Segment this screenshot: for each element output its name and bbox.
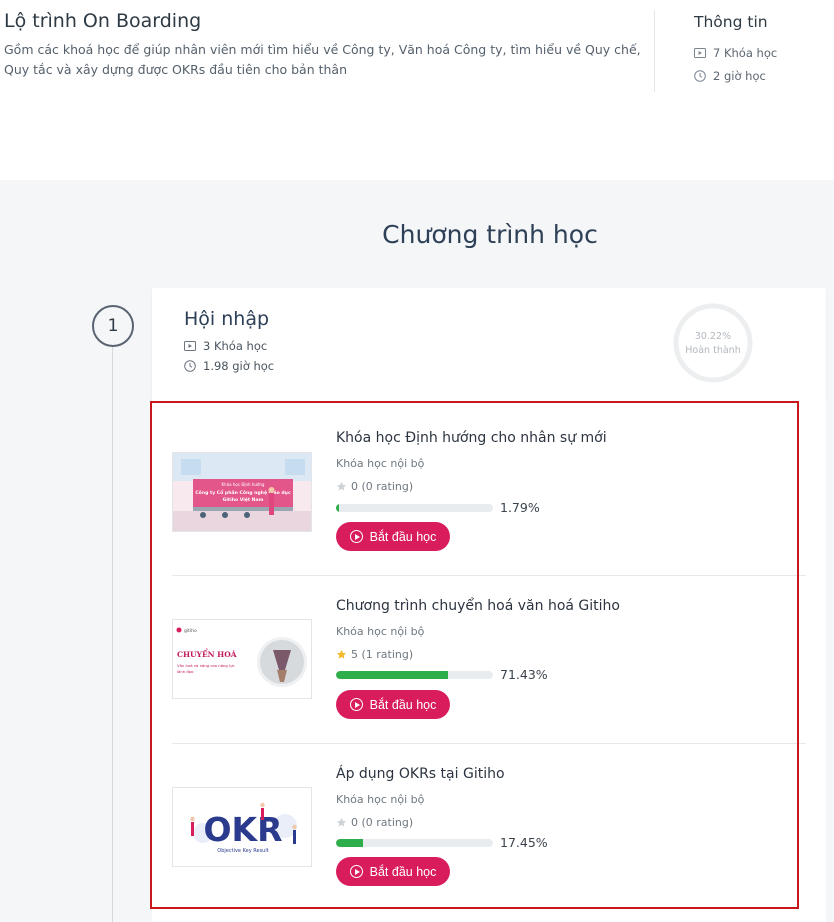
- thumb-line2: Objective Key Result: [217, 848, 268, 854]
- course-type: Khóa học nội bộ: [336, 793, 425, 806]
- course-progress-text: 1.79%: [500, 500, 540, 515]
- header-divider: [654, 10, 655, 92]
- video-icon: [694, 48, 706, 58]
- module-courses: 3 Khóa học: [184, 339, 267, 353]
- info-hours-label: 2 giờ học: [713, 69, 766, 83]
- thumb-brand: gitiho: [184, 628, 197, 634]
- course-thumbnail[interactable]: OKR Objective Key Result: [172, 787, 312, 867]
- module-progress-label: Hoàn thành: [685, 345, 741, 356]
- star-empty-icon: [336, 481, 347, 491]
- course-progress-fill: [336, 504, 339, 512]
- info-hours: 2 giờ học: [694, 69, 766, 83]
- start-learning-label: Bắt đầu học: [369, 864, 437, 879]
- course-rating-label: 0 (0 rating): [351, 816, 414, 829]
- module-progress-percent: 30.22%: [694, 331, 732, 342]
- course-rating-label: 0 (0 rating): [351, 480, 414, 493]
- play-icon: [349, 698, 363, 711]
- module-hours: 1.98 giờ học: [184, 359, 274, 373]
- info-title: Thông tin: [694, 13, 768, 31]
- course-type: Khóa học nội bộ: [336, 457, 425, 470]
- start-learning-button[interactable]: Bắt đầu học: [336, 690, 450, 719]
- path-header: Lộ trình On Boarding Gồm các khoá học để…: [0, 0, 834, 180]
- thumb-line1: CHUYỂN HOÁ: [177, 648, 237, 659]
- course-thumbnail[interactable]: gitiho CHUYỂN HOÁ Văn hoá và năng cao nă…: [172, 619, 312, 699]
- path-description: Gồm các khoá học để giúp nhân viên mới t…: [4, 42, 641, 77]
- clock-icon: [694, 70, 706, 82]
- course-title[interactable]: Khóa học Định hướng cho nhân sự mới: [336, 430, 607, 446]
- course-title[interactable]: Chương trình chuyển hoá văn hoá Gitiho: [336, 598, 620, 614]
- module-hours-label: 1.98 giờ học: [203, 359, 275, 373]
- info-courses-label: 7 Khóa học: [713, 46, 778, 60]
- video-icon: [184, 341, 196, 351]
- course-progress-bar: [336, 839, 493, 847]
- play-icon: [349, 530, 363, 543]
- info-courses: 7 Khóa học: [694, 46, 777, 60]
- course-progress-fill: [336, 671, 449, 679]
- course-item: OKR Objective Key Result Áp dụng OKRs tạ…: [172, 744, 806, 912]
- module-courses-label: 3 Khóa học: [203, 339, 268, 353]
- course-progress-text: 17.45%: [500, 835, 548, 850]
- course-progress-text: 71.43%: [500, 667, 548, 682]
- course-thumbnail-image: gitiho CHUYỂN HOÁ Văn hoá và năng cao nă…: [173, 620, 311, 698]
- course-thumbnail-image: Khóa học Định hướng Công ty Cổ phần Công…: [173, 453, 311, 531]
- course-type: Khóa học nội bộ: [336, 625, 425, 638]
- thumb-line2: Văn hoá và năng cao năng lực: [177, 663, 235, 668]
- star-empty-icon: [336, 817, 347, 827]
- course-rating: 0 (0 rating): [336, 480, 413, 493]
- module-progress-text: 30.22% Hoàn thành: [672, 330, 754, 358]
- course-item: Khóa học Định hướng Công ty Cổ phần Công…: [172, 408, 806, 576]
- play-icon: [349, 865, 363, 878]
- course-progress-bar: [336, 671, 493, 679]
- star-filled-icon: [336, 649, 347, 659]
- start-learning-button[interactable]: Bắt đầu học: [336, 857, 450, 886]
- timeline-line: [112, 346, 113, 922]
- thumb-line1: OKR: [203, 810, 282, 849]
- start-learning-label: Bắt đầu học: [369, 697, 437, 712]
- module-title: Hội nhập: [184, 308, 270, 330]
- start-learning-button[interactable]: Bắt đầu học: [336, 522, 450, 551]
- course-progress-bar: [336, 504, 493, 512]
- clock-icon: [184, 360, 196, 372]
- module-card[interactable]: Hội nhập 3 Khóa học 1.98 giờ học 30.22% …: [152, 288, 826, 400]
- program-title: Chương trình học: [382, 220, 598, 249]
- course-thumbnail-image: OKR Objective Key Result: [173, 788, 311, 866]
- course-item: gitiho CHUYỂN HOÁ Văn hoá và năng cao nă…: [172, 576, 806, 744]
- course-progress-fill: [336, 839, 364, 847]
- step-number: 1: [92, 305, 134, 347]
- course-rating-label: 5 (1 rating): [351, 648, 414, 661]
- course-rating: 0 (0 rating): [336, 816, 413, 829]
- thumb-line3: lãnh đạo: [177, 669, 194, 674]
- course-rating: 5 (1 rating): [336, 648, 413, 661]
- path-title: Lộ trình On Boarding: [4, 10, 202, 32]
- thumb-line1: Khóa học Định hướng: [222, 482, 265, 487]
- course-thumbnail[interactable]: Khóa học Định hướng Công ty Cổ phần Công…: [172, 452, 312, 532]
- thumb-line3: Gitiho Việt Nam: [223, 496, 264, 503]
- course-title[interactable]: Áp dụng OKRs tại Gitiho: [336, 766, 505, 782]
- start-learning-label: Bắt đầu học: [369, 529, 437, 544]
